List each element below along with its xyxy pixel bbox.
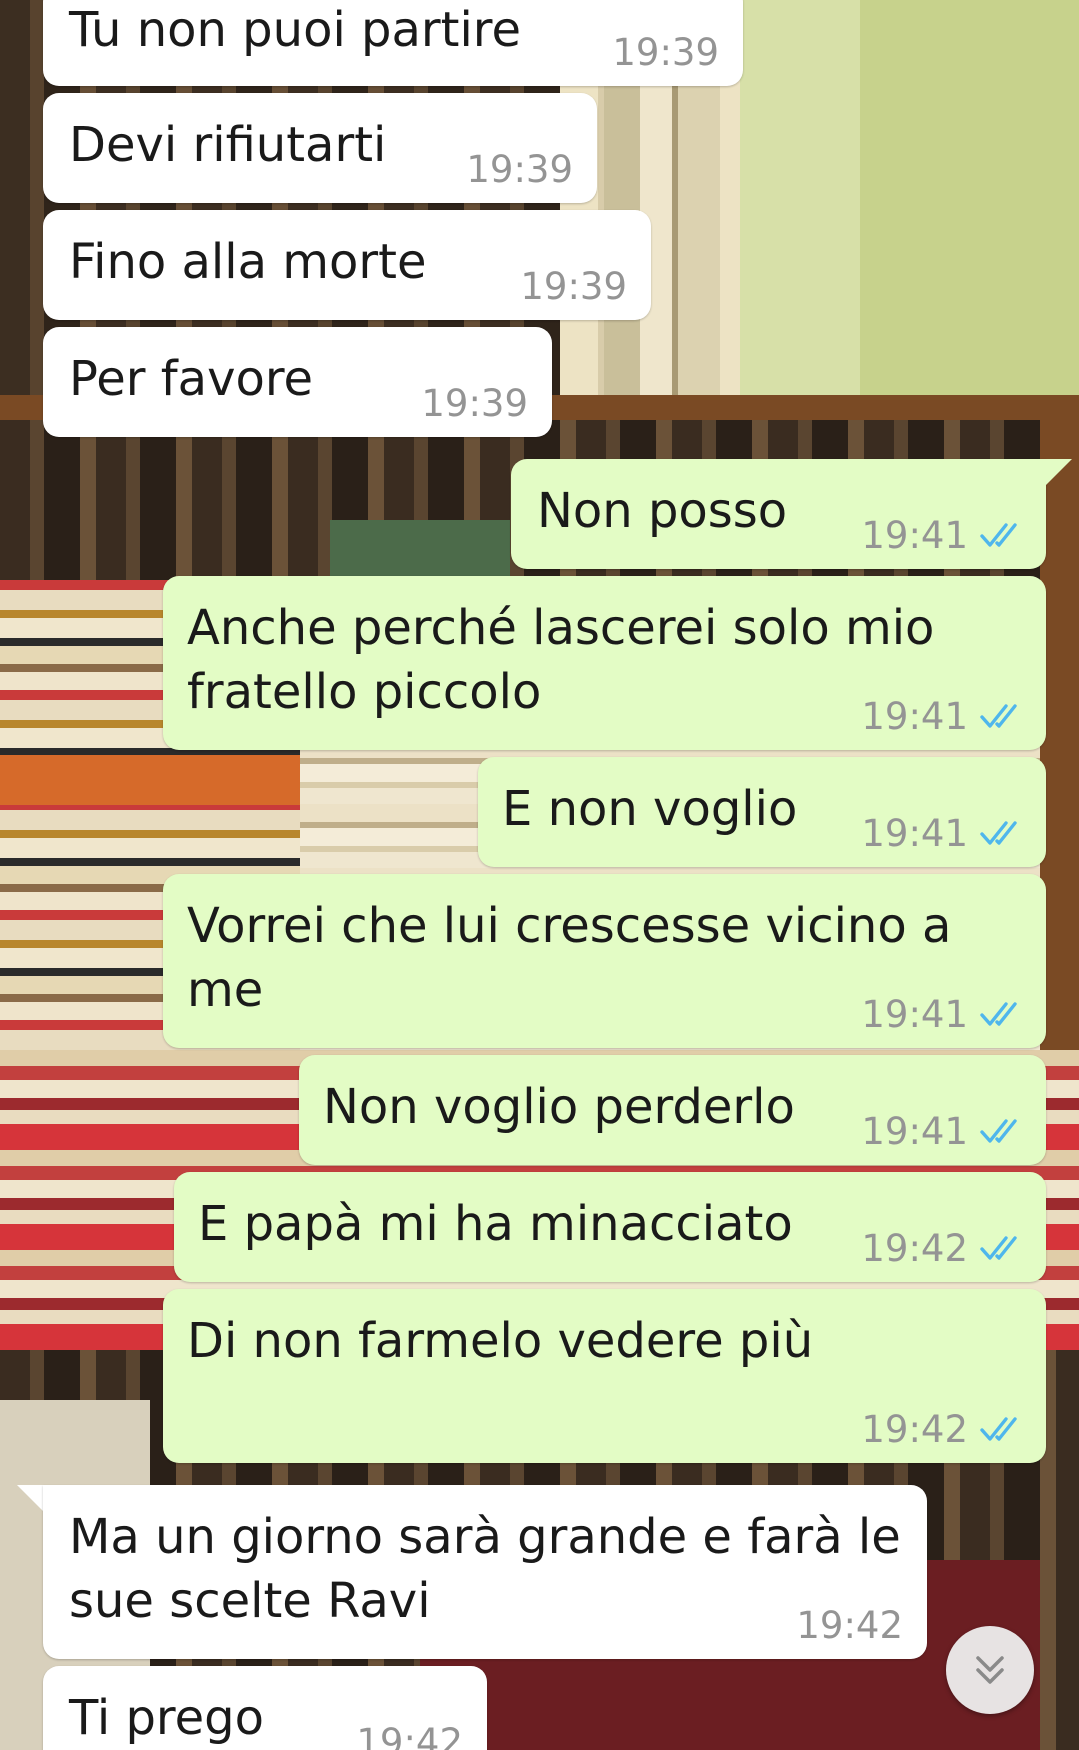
message-time: 19:42	[356, 1720, 463, 1750]
message-time: 19:39	[421, 381, 528, 425]
message-text: sue scelte Ravi	[69, 1573, 431, 1629]
double-check-icon	[980, 821, 1017, 845]
outgoing-message[interactable]: Non posso 19:41	[511, 459, 1046, 569]
incoming-message[interactable]: Fino alla morte 19:39	[43, 210, 651, 320]
incoming-message[interactable]: Ti prego 19:42	[43, 1666, 487, 1750]
message-time: 19:39	[520, 264, 627, 308]
message-time: 19:41	[861, 1109, 968, 1153]
incoming-message[interactable]: Per favore 19:39	[43, 327, 552, 437]
message-time: 19:39	[612, 30, 719, 74]
message-text: fratello piccolo	[187, 664, 542, 720]
message-time: 19:41	[861, 811, 968, 855]
message-time: 19:41	[861, 992, 968, 1036]
message-time: 19:41	[861, 513, 968, 557]
message-text: Devi rifiutarti	[69, 117, 387, 173]
double-check-icon	[980, 704, 1017, 728]
double-check-icon	[980, 1417, 1017, 1441]
message-text: Vorrei che lui crescesse vicino a	[187, 898, 952, 954]
message-text: Tu non puoi partire	[69, 2, 522, 58]
message-text: me	[187, 962, 264, 1018]
message-text: Di non farmelo vedere più	[187, 1313, 814, 1369]
message-time: 19:39	[466, 147, 573, 191]
outgoing-message[interactable]: Non voglio perderlo 19:41	[299, 1055, 1046, 1165]
message-time: 19:42	[861, 1226, 968, 1270]
outgoing-message[interactable]: Di non farmelo vedere più 19:42	[163, 1289, 1046, 1463]
message-text: E non voglio	[502, 781, 798, 837]
message-time: 19:42	[796, 1603, 903, 1647]
incoming-message[interactable]: Ma un giorno sarà grande e farà le sue s…	[43, 1485, 927, 1659]
message-text: Non voglio perderlo	[323, 1079, 795, 1135]
message-text: Per favore	[69, 351, 314, 407]
message-text: Ma un giorno sarà grande e farà le	[69, 1509, 901, 1565]
double-check-icon	[980, 523, 1017, 547]
double-check-icon	[980, 1119, 1017, 1143]
outgoing-message[interactable]: E non voglio 19:41	[478, 757, 1046, 867]
double-chevron-down-icon	[976, 1656, 1004, 1684]
outgoing-message[interactable]: Vorrei che lui crescesse vicino a me 19:…	[163, 874, 1046, 1048]
bubble-tail	[17, 1485, 43, 1511]
message-text: Non posso	[537, 483, 788, 539]
message-time: 19:41	[861, 694, 968, 738]
message-text: E papà mi ha minacciato	[198, 1196, 793, 1252]
message-text: Ti prego	[69, 1690, 264, 1746]
outgoing-message[interactable]: Anche perché lascerei solo mio fratello …	[163, 576, 1046, 750]
bubble-tail	[1046, 459, 1072, 485]
message-text: Fino alla morte	[69, 234, 427, 290]
incoming-message[interactable]: Tu non puoi partire 19:39	[43, 0, 743, 86]
scroll-to-bottom-button[interactable]	[946, 1626, 1034, 1714]
double-check-icon	[980, 1002, 1017, 1026]
incoming-message[interactable]: Devi rifiutarti 19:39	[43, 93, 597, 203]
double-check-icon	[980, 1236, 1017, 1260]
message-time: 19:42	[861, 1407, 968, 1451]
message-text: Anche perché lascerei solo mio	[187, 600, 935, 656]
outgoing-message[interactable]: E papà mi ha minacciato 19:42	[174, 1172, 1046, 1282]
